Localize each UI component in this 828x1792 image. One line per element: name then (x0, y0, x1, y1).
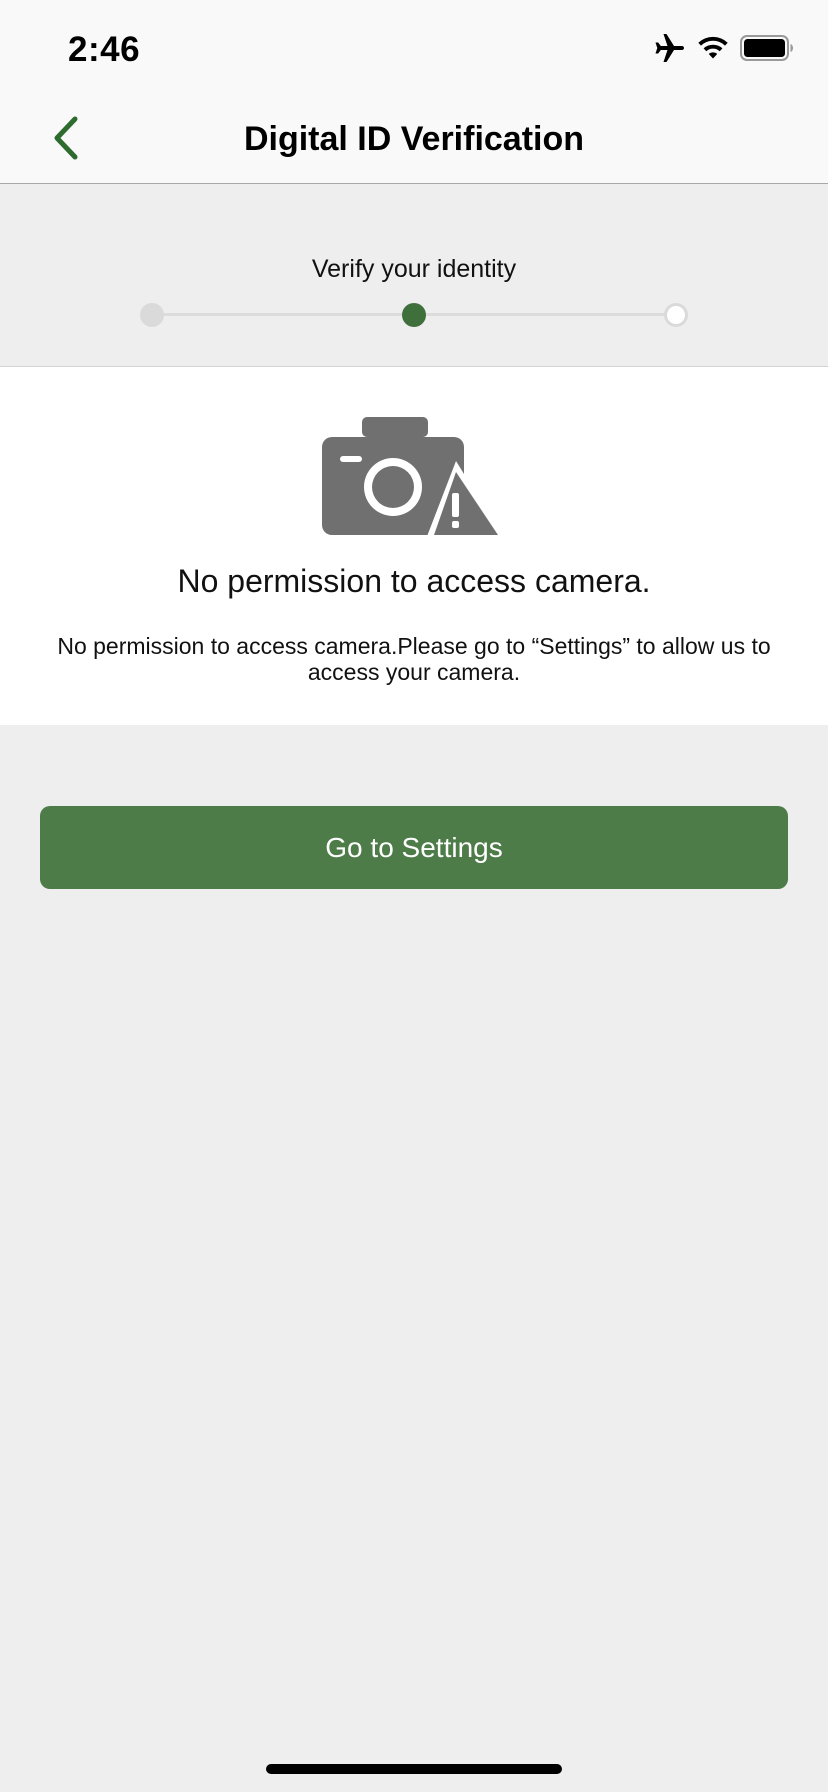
stepper-title: Verify your identity (311, 255, 517, 283)
step-indicator-completed (140, 303, 164, 327)
step-indicator-upcoming (664, 303, 688, 327)
error-title: No permission to access camera. (177, 563, 651, 599)
error-description: No permission to access camera.Please go… (57, 633, 771, 685)
status-icons (654, 33, 794, 68)
go-to-settings-button[interactable]: Go to Settings (40, 806, 788, 889)
progress-stepper: Verify your identity (0, 185, 828, 367)
wifi-icon (698, 36, 728, 65)
page-title: Digital ID Verification (243, 120, 585, 158)
permission-error-card: No permission to access camera. No permi… (0, 367, 828, 725)
airplane-mode-icon (654, 33, 686, 68)
battery-icon (740, 34, 794, 66)
step-indicator-current (402, 303, 426, 327)
status-time: 2:46 (68, 30, 141, 69)
status-bar: 2:46 (0, 0, 828, 94)
navigation-bar: Digital ID Verification (0, 94, 828, 184)
home-indicator[interactable] (266, 1764, 562, 1774)
camera-warning-icon (322, 417, 504, 542)
